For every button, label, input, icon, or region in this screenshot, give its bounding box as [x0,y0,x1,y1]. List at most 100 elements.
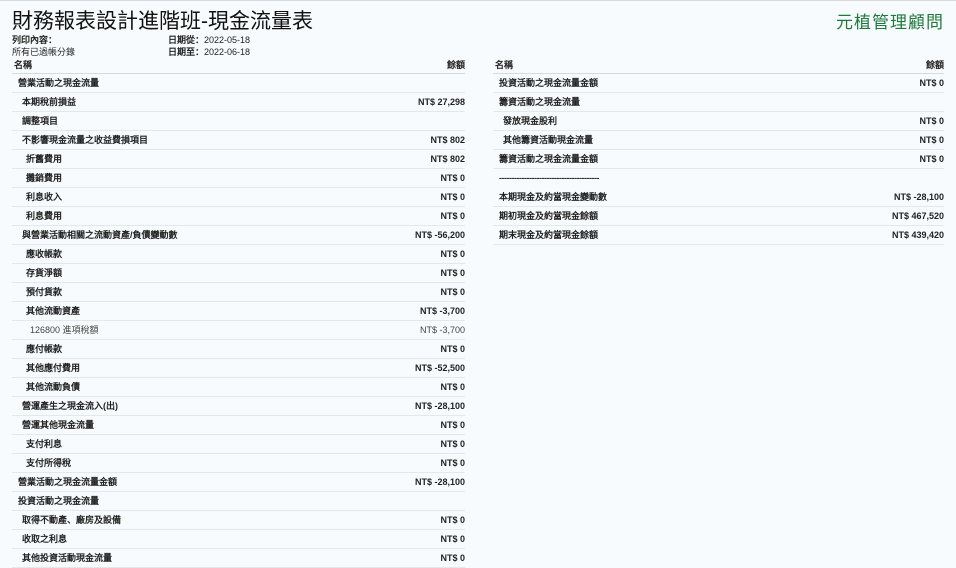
account-name: 其他流動負債 [26,382,81,392]
top-rule [0,0,956,1]
account-name: 調整項目 [22,116,59,126]
account-name: 存貨淨額 [26,268,63,278]
column-header-balance: 餘額 [446,60,465,70]
account-balance: NT$ 0 [919,154,944,164]
table-row: 與營業活動相關之流動資產/負債變動數 NT$ -56,200 [12,226,465,245]
account-name: 收取之利息 [22,534,68,544]
table-header: 名稱 餘額 [493,57,944,74]
account-name: 投資活動之現金流量金額 [499,78,599,88]
account-name: 營運其他現金流量 [22,420,95,430]
account-name: 其他應付費用 [26,363,81,373]
account-balance: NT$ 439,420 [891,230,944,240]
table-row: 預付貨款 NT$ 0 [12,283,465,302]
table-row: 支付利息 NT$ 0 [12,435,465,454]
table-row: 期末現金及約當現金餘額 NT$ 439,420 [493,226,944,245]
account-balance: NT$ -3,700 [419,325,465,335]
company-logo: 元植管理顧問 [836,13,944,33]
table-row: 取得不動產、廠房及設備 NT$ 0 [12,511,465,530]
table-row: 存貨淨額 NT$ 0 [12,264,465,283]
account-name: 籌資活動之現金流量 [499,97,581,107]
account-name: 折舊費用 [26,154,63,164]
account-name: 期初現金及約當現金餘額 [499,211,599,221]
report-title: 財務報表設計進階班-現金流量表 [12,10,313,33]
account-name: 其他籌資活動現金流量 [503,135,594,145]
table-header: 名稱 餘額 [12,57,465,74]
table-row: 折舊費用 NT$ 802 [12,150,465,169]
account-name: 應付帳款 [26,344,63,354]
account-name: 籌資活動之現金流量金額 [499,154,599,164]
table-row: 營業活動之現金流量金額 NT$ -28,100 [12,473,465,492]
table-row: 126800 進項稅額 NT$ -3,700 [12,321,465,340]
account-balance: NT$ 0 [919,78,944,88]
account-balance: NT$ 0 [440,249,465,259]
table-row: 其他流動資產 NT$ -3,700 [12,302,465,321]
account-balance: NT$ 802 [430,135,465,145]
account-name: 支付所得稅 [26,458,72,468]
table-row: 不影響現金流量之收益費損項目 NT$ 802 [12,131,465,150]
account-balance: NT$ 0 [440,211,465,221]
account-name: 期末現金及約當現金餘額 [499,230,599,240]
account-balance: NT$ 0 [440,192,465,202]
account-name: 營運產生之現金流入(出) [22,401,118,411]
table-row: 其他應付費用 NT$ -52,500 [12,359,465,378]
account-balance: NT$ 467,520 [891,211,944,221]
account-balance: NT$ -52,500 [414,363,465,373]
account-name: 其他投資活動現金流量 [22,553,113,563]
account-balance: NT$ 0 [440,439,465,449]
table-row: 應收帳款 NT$ 0 [12,245,465,264]
account-balance: NT$ 0 [440,553,465,563]
table-row: 籌資活動之現金流量 [493,93,944,112]
account-balance: NT$ 0 [440,534,465,544]
account-balance: NT$ 0 [440,382,465,392]
account-balance: NT$ 27,298 [417,97,465,107]
account-name: 本期現金及約當現金變動數 [499,192,608,202]
table-row: 本期現金及約當現金變動數 NT$ -28,100 [493,188,944,207]
table-row: 其他籌資活動現金流量 NT$ 0 [493,131,944,150]
separator-line: ---------------------------------------- [493,169,944,188]
table-row: 投資活動之現金流量 [12,492,465,511]
account-balance: NT$ -56,200 [414,230,465,240]
table-row: 籌資活動之現金流量金額 NT$ 0 [493,150,944,169]
account-name: 利息收入 [26,192,63,202]
table-row: 本期稅前損益 NT$ 27,298 [12,93,465,112]
account-name: 預付貨款 [26,287,63,297]
account-name: 與營業活動相關之流動資產/負債變動數 [22,230,178,240]
table-row: 應付帳款 NT$ 0 [12,340,465,359]
account-name: 支付利息 [26,439,63,449]
table-row: 營業活動之現金流量 [12,74,465,93]
account-name: ---------------------------------------- [499,173,599,183]
table-row: 發放現金股利 NT$ 0 [493,112,944,131]
table-row: 其他投資活動現金流量 NT$ 0 [12,549,465,568]
account-name: 不影響現金流量之收益費損項目 [22,135,149,145]
cash-flow-table-right: 名稱 餘額 投資活動之現金流量金額 NT$ 0 籌資活動之現金流量發放現金股利 NT$… [493,57,944,245]
account-balance: NT$ 0 [440,344,465,354]
account-balance: NT$ 0 [919,116,944,126]
account-balance: NT$ -28,100 [414,401,465,411]
account-balance: NT$ -3,700 [419,306,465,316]
account-name: 126800 進項稅額 [30,325,99,335]
table-row: 利息收入 NT$ 0 [12,188,465,207]
account-balance: NT$ 0 [440,515,465,525]
account-name: 攤銷費用 [26,173,63,183]
account-name: 取得不動產、廠房及設備 [22,515,122,525]
table-row: 營運其他現金流量 NT$ 0 [12,416,465,435]
table-row: 投資活動之現金流量金額 NT$ 0 [493,74,944,93]
account-name: 營業活動之現金流量金額 [18,477,118,487]
account-name: 本期稅前損益 [22,97,77,107]
table-row: 其他流動負債 NT$ 0 [12,378,465,397]
table-row: 期初現金及約當現金餘額 NT$ 467,520 [493,207,944,226]
table-row: 支付所得稅 NT$ 0 [12,454,465,473]
table-row: 攤銷費用 NT$ 0 [12,169,465,188]
column-header-balance: 餘額 [925,60,944,70]
table-row: 營運產生之現金流入(出) NT$ -28,100 [12,397,465,416]
table-row: 調整項目 [12,112,465,131]
account-balance: NT$ 0 [440,268,465,278]
column-header-name: 名稱 [14,60,33,70]
table-row: 利息費用 NT$ 0 [12,207,465,226]
account-name: 營業活動之現金流量 [18,78,100,88]
account-balance: NT$ 0 [440,458,465,468]
column-header-name: 名稱 [495,60,514,70]
account-balance: NT$ 0 [440,420,465,430]
account-balance: NT$ -28,100 [414,477,465,487]
account-balance: NT$ 802 [430,154,465,164]
